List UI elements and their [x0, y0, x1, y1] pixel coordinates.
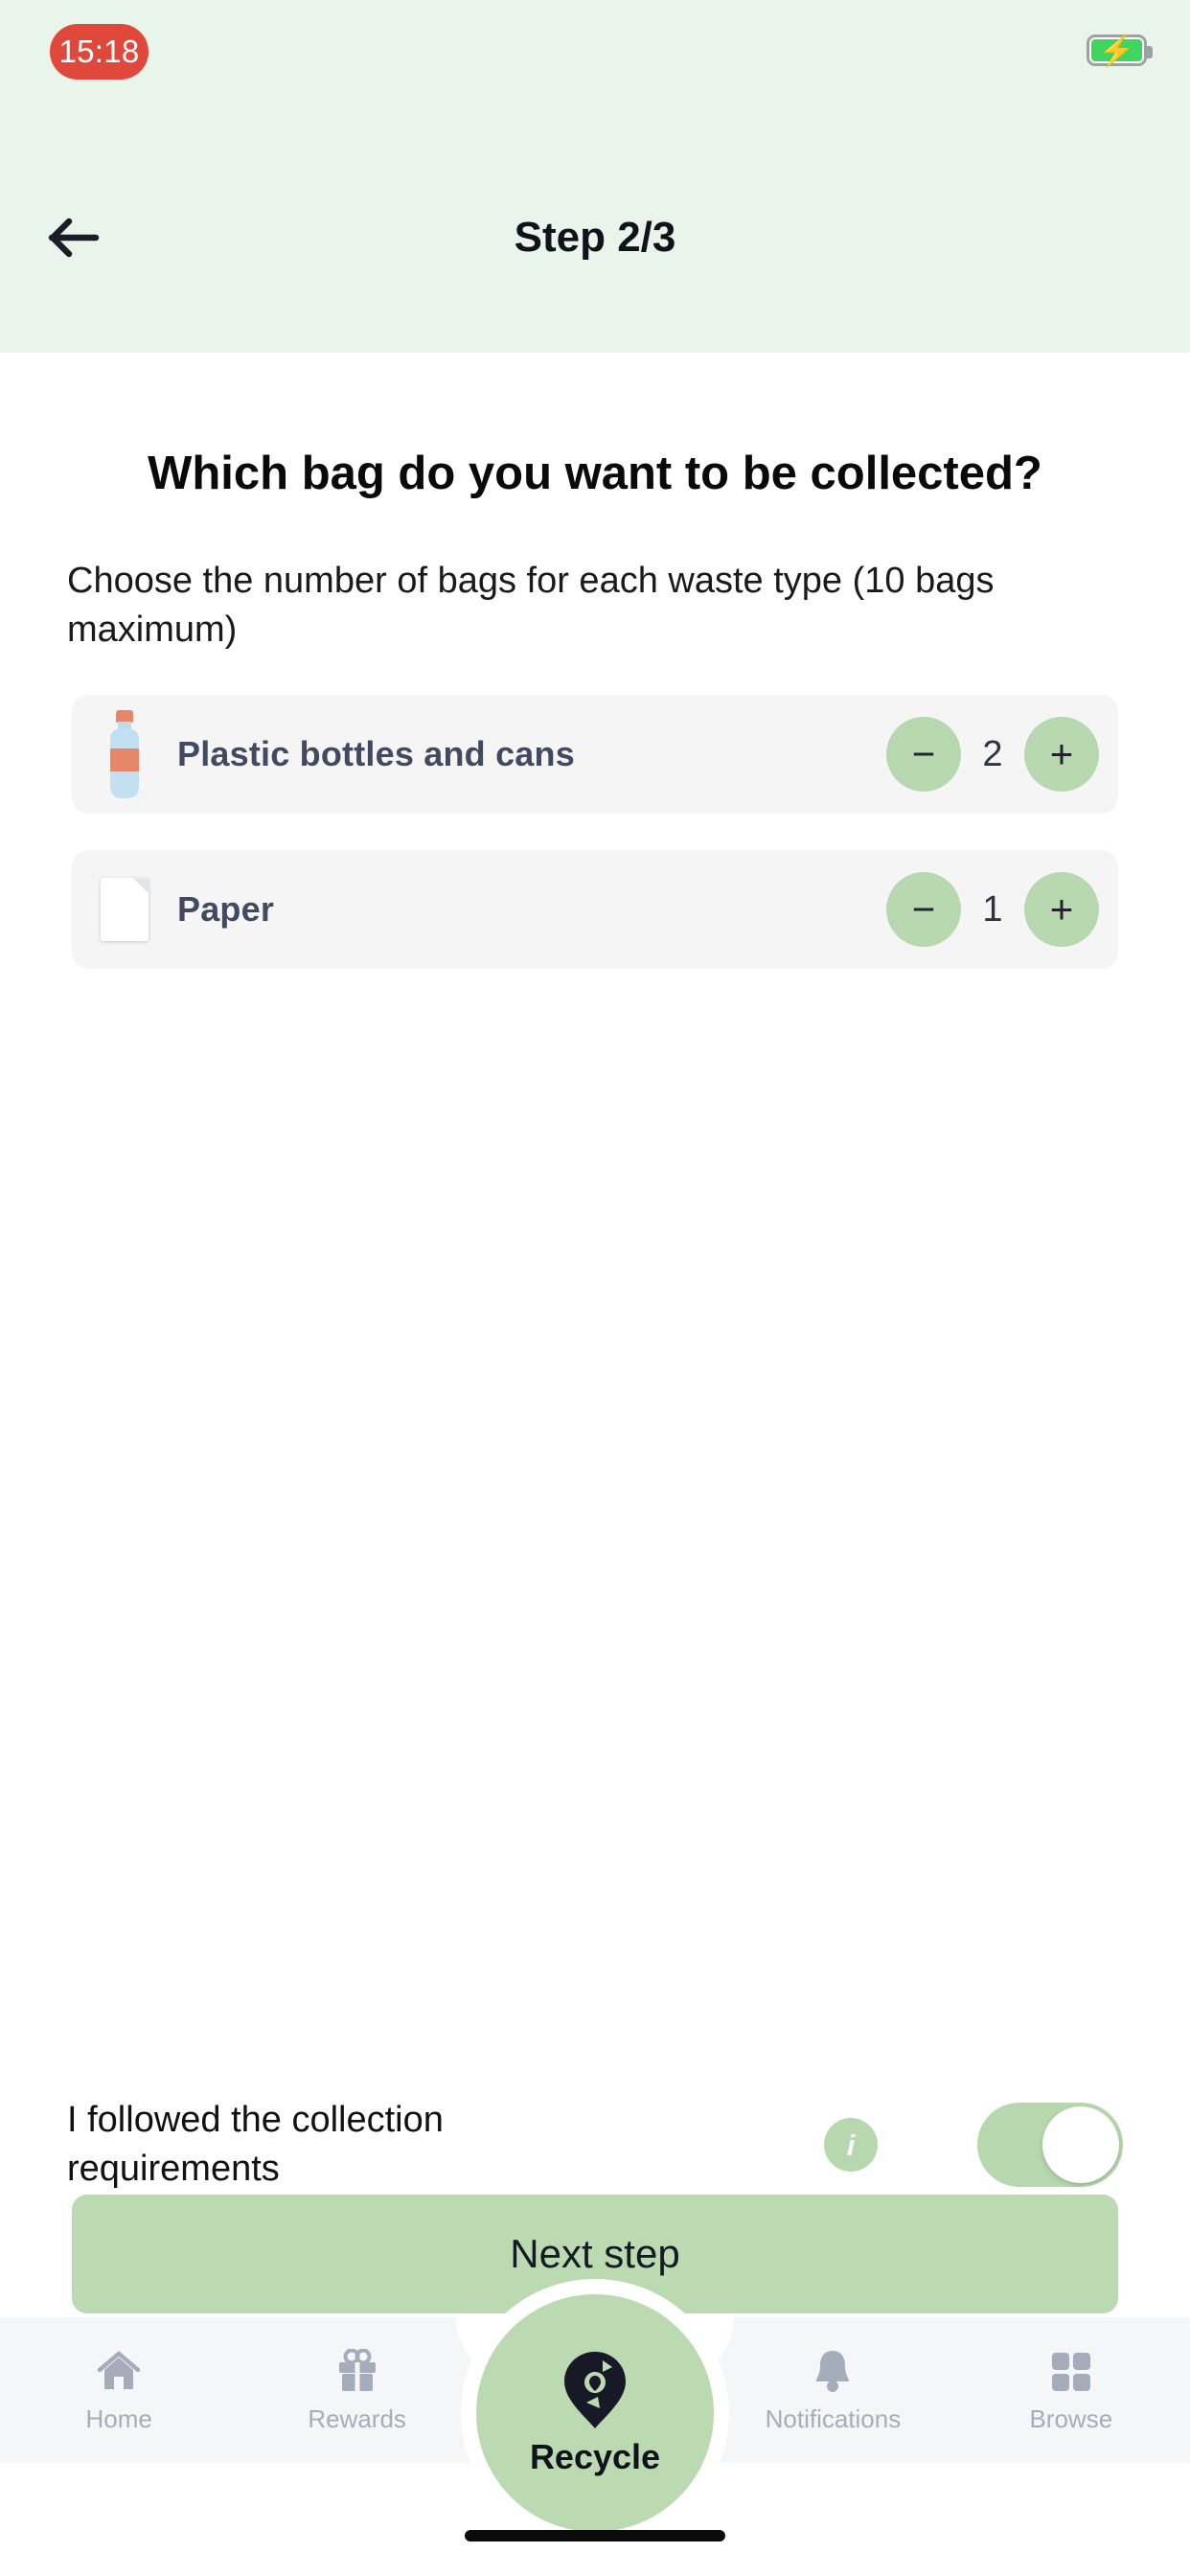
waste-item-label: Paper	[177, 889, 275, 930]
decrement-button[interactable]: −	[886, 717, 961, 793]
phone-screen: 15:18 ⚡ Step 2/3 Which bag do you want t…	[0, 0, 1190, 2576]
waste-item-paper[interactable]: Paper − 1 +	[72, 850, 1118, 970]
status-bar: 15:18 ⚡	[0, 0, 1190, 353]
page-heading: Which bag do you want to be collected?	[148, 448, 1042, 499]
gift-icon	[336, 2347, 378, 2393]
charging-bolt-icon: ⚡	[1098, 34, 1135, 67]
quantity-value: 1	[982, 888, 1003, 930]
tab-browse[interactable]: Browse	[952, 2317, 1190, 2463]
requirements-toggle[interactable]	[977, 2103, 1123, 2187]
grid-icon	[1050, 2347, 1092, 2393]
minus-icon: −	[911, 886, 936, 932]
plus-icon: +	[1049, 886, 1074, 932]
waste-type-list: Plastic bottles and cans − 2 + Paper − 1…	[0, 695, 1190, 970]
tab-notifications[interactable]: Notifications	[714, 2317, 951, 2463]
tab-label: Home	[85, 2404, 152, 2433]
home-icon	[96, 2347, 142, 2393]
bell-icon	[812, 2347, 854, 2393]
recycle-fab-button[interactable]: Recycle	[461, 2279, 729, 2547]
waste-item-plastic[interactable]: Plastic bottles and cans − 2 +	[72, 695, 1118, 815]
increment-button[interactable]: +	[1024, 717, 1099, 793]
page-title: Step 2/3	[514, 213, 676, 261]
info-glyph: i	[846, 2128, 856, 2162]
requirements-label: I followed the collection requirements	[67, 2100, 444, 2189]
battery-nub	[1147, 46, 1153, 58]
minus-icon: −	[911, 731, 936, 777]
tab-label: Browse	[1029, 2404, 1113, 2433]
plastic-bottle-icon	[72, 710, 177, 799]
quantity-stepper: − 1 +	[886, 872, 1118, 948]
quantity-stepper: − 2 +	[886, 717, 1118, 793]
tab-label: Rewards	[308, 2404, 406, 2433]
battery-charging-icon: ⚡	[1087, 34, 1153, 67]
tab-home[interactable]: Home	[0, 2317, 238, 2463]
tab-rewards[interactable]: Rewards	[238, 2317, 475, 2463]
page-subtext: Choose the number of bags for each waste…	[67, 560, 995, 651]
increment-button[interactable]: +	[1024, 872, 1099, 948]
battery-indicator: ⚡	[1087, 34, 1153, 67]
status-time: 15:18	[58, 34, 140, 69]
nav-bar: Step 2/3	[0, 182, 1190, 292]
plus-icon: +	[1049, 731, 1074, 777]
quantity-value: 2	[982, 733, 1003, 774]
recording-time-pill: 15:18	[50, 24, 149, 80]
info-icon[interactable]: i	[824, 2118, 878, 2172]
recycle-pin-icon	[564, 2352, 626, 2428]
waste-item-label: Plastic bottles and cans	[177, 734, 575, 774]
back-arrow-icon	[48, 218, 100, 258]
paper-sheet-icon	[72, 878, 177, 942]
back-button[interactable]	[36, 199, 113, 276]
home-indicator	[465, 2530, 725, 2542]
decrement-button[interactable]: −	[886, 872, 961, 948]
page-content: Which bag do you want to be collected? C…	[0, 353, 1190, 2576]
tab-label: Notifications	[765, 2404, 902, 2433]
fab-label: Recycle	[529, 2437, 661, 2476]
toggle-knob	[1042, 2106, 1119, 2183]
requirements-row: I followed the collection requirements i	[0, 2078, 1190, 2212]
